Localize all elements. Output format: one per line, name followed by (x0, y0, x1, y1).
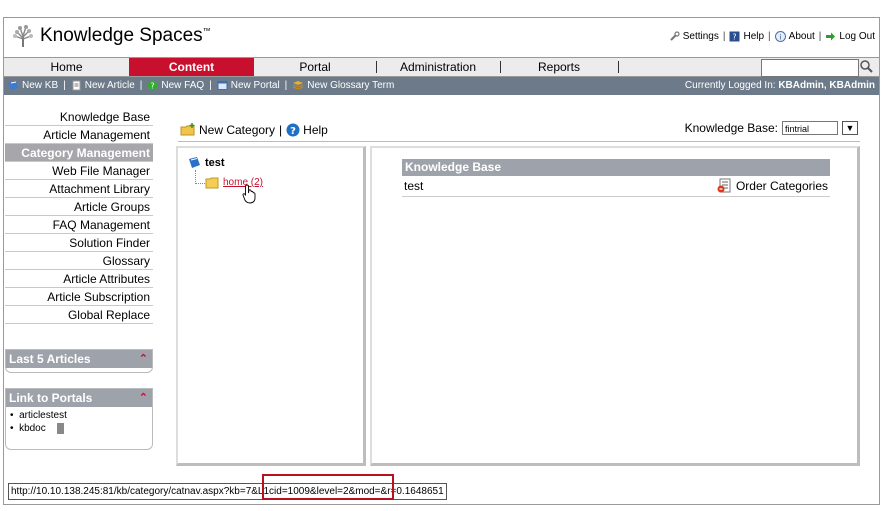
svg-text:?: ? (290, 126, 296, 137)
sidebar-item-web-file-manager[interactable]: Web File Manager (5, 162, 153, 180)
order-list-icon (717, 178, 731, 193)
about-link[interactable]: i About (774, 31, 815, 42)
wrench-icon (670, 31, 680, 41)
header: Knowledge Spaces™ Settings | ? Help | i … (4, 18, 879, 56)
sidebar-item-glossary[interactable]: Glossary (5, 252, 153, 270)
content-help-button[interactable]: ? Help (286, 123, 328, 137)
new-article-icon (72, 80, 81, 91)
svg-text:i: i (779, 34, 781, 42)
sidebar-item-global-replace[interactable]: Global Replace (5, 306, 153, 324)
app-title: Knowledge Spaces™ (40, 25, 211, 46)
logout-link[interactable]: Log Out (825, 31, 875, 42)
faq-icon: ? (147, 80, 158, 91)
link-to-portals-panel: Link to Portals ⌃ • articlestest • kbdoc (5, 388, 153, 450)
portal-icon (217, 81, 228, 90)
link-to-portals-header[interactable]: Link to Portals ⌃ (6, 389, 152, 407)
content-toolbar: New Category | ? Help Knowledge Base: fi… (178, 119, 860, 142)
new-kb-button[interactable]: New KB (8, 80, 58, 91)
sidebar-item-attachment-library[interactable]: Attachment Library (5, 180, 153, 198)
folder-icon (205, 177, 219, 189)
kb-table-header: Knowledge Base (402, 159, 830, 176)
search-button[interactable] (857, 59, 875, 74)
last5-articles-panel: Last 5 Articles ⌃ (5, 349, 153, 373)
tab-portal[interactable]: Portal (254, 58, 376, 76)
kb-selector-label: Knowledge Base: (684, 121, 778, 135)
portal-link-kbdoc[interactable]: • kbdoc (10, 422, 148, 435)
svg-text:?: ? (151, 82, 155, 91)
dropdown-arrow-icon[interactable]: ▼ (842, 121, 858, 135)
search-icon (860, 60, 873, 73)
help-book-icon: ? (729, 31, 740, 42)
sidebar-item-article-subscription[interactable]: Article Subscription (5, 288, 153, 306)
glossary-icon (293, 81, 304, 90)
new-portal-button[interactable]: New Portal (217, 80, 280, 91)
category-detail-pane: Knowledge Base test Order Categories (370, 146, 860, 466)
tab-reports[interactable]: Reports (500, 58, 618, 76)
svg-text:?: ? (733, 33, 737, 42)
category-tree-pane: test home (2) (176, 146, 366, 466)
portal-link-articlestest[interactable]: • articlestest (10, 409, 148, 422)
arrow-right-icon (826, 32, 836, 41)
sidebar-item-faq-management[interactable]: FAQ Management (5, 216, 153, 234)
table-row: test Order Categories (402, 176, 830, 197)
hand-cursor-icon (242, 184, 256, 204)
info-icon: i (774, 31, 786, 42)
last5-articles-header[interactable]: Last 5 Articles ⌃ (6, 350, 152, 368)
kb-select[interactable]: fintrial (782, 121, 838, 135)
url-highlight-box (262, 474, 394, 500)
action-toolbar: New KB | New Article | ? New FAQ | New P… (4, 77, 879, 95)
collapse-chevron-icon[interactable]: ⌃ (139, 389, 148, 407)
new-article-button[interactable]: New Article (71, 80, 135, 91)
kb-row-name: test (404, 179, 424, 193)
sidebar: Knowledge Base Article Management Catego… (5, 108, 153, 324)
search-input[interactable] (761, 59, 859, 77)
top-links: Settings | ? Help | i About | Log Out (669, 31, 875, 42)
tab-administration[interactable]: Administration (376, 58, 500, 76)
settings-link[interactable]: Settings (669, 31, 719, 42)
help-link[interactable]: ? Help (729, 31, 764, 42)
logged-in-status: Currently Logged In: KBAdmin, KBAdmin (684, 80, 875, 91)
sidebar-item-article-management[interactable]: Article Management (5, 126, 153, 144)
sidebar-item-knowledge-base[interactable]: Knowledge Base (5, 108, 153, 126)
tab-home[interactable]: Home (4, 58, 129, 76)
new-folder-icon (180, 123, 195, 136)
main-nav: Home Content Portal Administration Repor… (4, 57, 879, 77)
sidebar-item-article-attributes[interactable]: Article Attributes (5, 270, 153, 288)
order-categories-button[interactable]: Order Categories (717, 178, 828, 193)
new-glossary-term-button[interactable]: New Glossary Term (292, 80, 394, 91)
tab-content[interactable]: Content (129, 58, 254, 76)
sidebar-item-category-management[interactable]: Category Management (5, 144, 153, 162)
collapse-chevron-icon[interactable]: ⌃ (139, 350, 148, 368)
text-cursor-icon (56, 422, 64, 434)
new-faq-button[interactable]: ? New FAQ (147, 80, 204, 91)
tree-logo-icon (13, 25, 33, 47)
kb-table: Knowledge Base test Order Categories (402, 159, 830, 197)
new-kb-icon (9, 81, 18, 90)
tree-root-node[interactable]: test (188, 156, 225, 169)
kb-book-icon (189, 157, 200, 168)
help-circle-icon: ? (286, 123, 300, 137)
new-category-button[interactable]: New Category (180, 123, 275, 137)
sidebar-item-article-groups[interactable]: Article Groups (5, 198, 153, 216)
logo: Knowledge Spaces™ (12, 24, 211, 48)
sidebar-item-solution-finder[interactable]: Solution Finder (5, 234, 153, 252)
